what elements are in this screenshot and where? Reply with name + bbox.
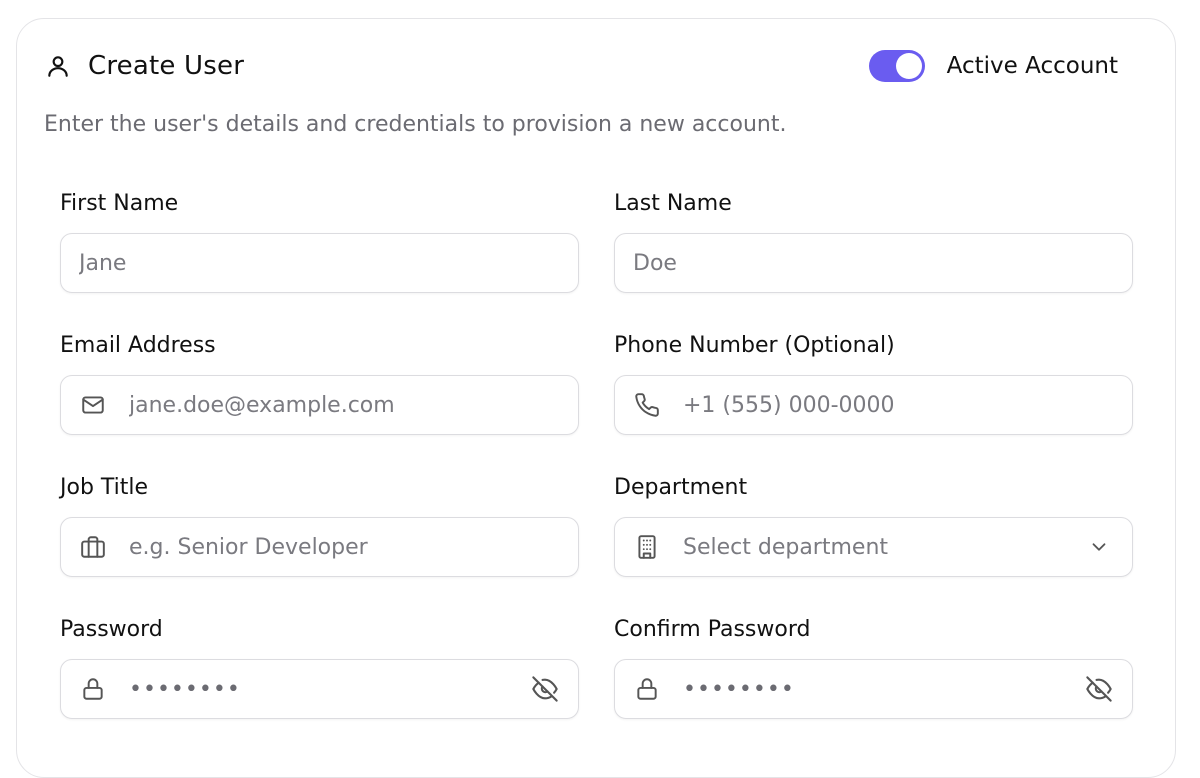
job-title-placeholder: e.g. Senior Developer: [129, 534, 368, 560]
password-value: ••••••••: [129, 676, 241, 702]
department-selected-value: Select department: [683, 534, 889, 560]
title-group: Create User: [44, 46, 244, 86]
lock-icon: [633, 675, 661, 703]
confirm-password-group: Confirm Password ••••••••: [614, 615, 1133, 719]
email-field[interactable]: jane.doe@example.com: [60, 375, 579, 435]
email-label: Email Address: [60, 333, 216, 358]
last-name-label: Last Name: [614, 191, 732, 216]
password-group: Password ••••••••: [60, 615, 579, 719]
phone-field[interactable]: +1 (555) 000-0000: [614, 375, 1133, 435]
email-placeholder: jane.doe@example.com: [129, 392, 395, 418]
chevron-down-icon: [1084, 532, 1114, 562]
department-label: Department: [614, 475, 748, 500]
first-name-placeholder: Jane: [79, 250, 127, 276]
building-icon: [633, 533, 661, 561]
mail-icon: [79, 391, 107, 419]
active-account-toggle-group: Active Account: [868, 46, 1118, 86]
active-account-label: Active Account: [946, 53, 1118, 79]
card-header: Create User Active Account: [44, 46, 1118, 86]
toggle-knob: [895, 53, 922, 79]
job-title-label: Job Title: [60, 475, 149, 500]
email-group: Email Address jane.doe@example.com: [60, 331, 579, 435]
phone-icon: [633, 391, 661, 419]
last-name-group: Last Name Doe: [614, 189, 1133, 293]
password-label: Password: [60, 617, 163, 642]
department-group: Department Select department: [614, 473, 1133, 577]
last-name-placeholder: Doe: [633, 250, 677, 276]
password-field[interactable]: ••••••••: [60, 659, 579, 719]
job-title-input[interactable]: e.g. Senior Developer: [60, 517, 579, 577]
lock-icon: [79, 675, 107, 703]
job-title-group: Job Title e.g. Senior Developer: [60, 473, 579, 577]
page-subtitle: Enter the user's details and credentials…: [44, 112, 787, 137]
briefcase-icon: [79, 533, 107, 561]
phone-placeholder: +1 (555) 000-0000: [683, 392, 895, 418]
last-name-input[interactable]: Doe: [614, 233, 1133, 293]
phone-group: Phone Number (Optional) +1 (555) 000-000…: [614, 331, 1133, 435]
confirm-password-label: Confirm Password: [614, 617, 811, 642]
eye-off-icon[interactable]: [530, 674, 560, 704]
first-name-group: First Name Jane: [60, 189, 579, 293]
first-name-label: First Name: [60, 191, 179, 216]
department-select[interactable]: Select department: [614, 517, 1133, 577]
eye-off-icon[interactable]: [1084, 674, 1114, 704]
user-icon: [44, 52, 72, 80]
page-title: Create User: [88, 51, 245, 81]
phone-label: Phone Number (Optional): [614, 333, 895, 358]
first-name-input[interactable]: Jane: [60, 233, 579, 293]
confirm-password-field[interactable]: ••••••••: [614, 659, 1133, 719]
active-account-toggle[interactable]: [868, 50, 925, 82]
confirm-password-value: ••••••••: [683, 676, 795, 702]
